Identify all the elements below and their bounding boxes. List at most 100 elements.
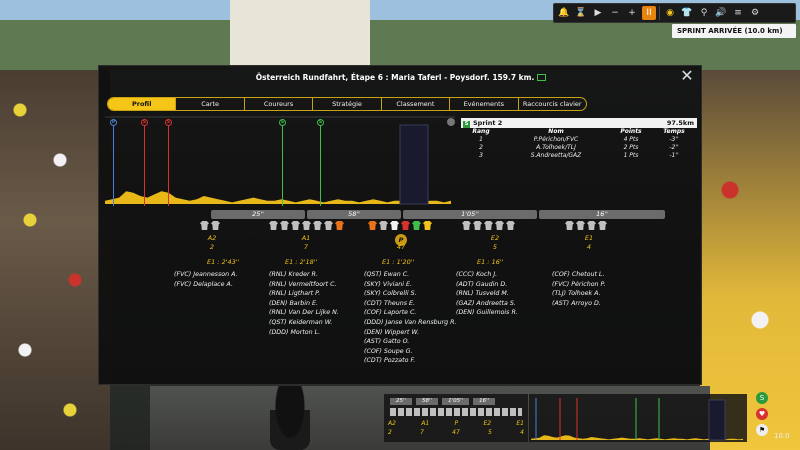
- rider-jersey-icon[interactable]: [401, 221, 410, 230]
- start-marker[interactable]: P: [110, 119, 117, 126]
- rider-name[interactable]: (ADT) Gaudin D.: [456, 280, 518, 290]
- group-jerseys-e1[interactable]: [565, 221, 607, 230]
- rider-jersey-icon[interactable]: [302, 221, 311, 230]
- rider-jersey-icon[interactable]: [587, 221, 596, 230]
- rider-name[interactable]: (FVC) Jeannesson A.: [174, 270, 238, 280]
- tab-raccourcis[interactable]: Raccourcis clavier: [519, 98, 586, 110]
- rider-jersey-icon[interactable]: [313, 221, 322, 230]
- plus-icon[interactable]: +: [625, 6, 639, 20]
- rider-name[interactable]: (CCC) Koch J.: [456, 270, 518, 280]
- toggle-button[interactable]: [447, 118, 455, 126]
- group-jerseys-a1[interactable]: [269, 221, 344, 230]
- sprint-marker-1[interactable]: S: [141, 119, 148, 126]
- rider-jersey-icon[interactable]: [423, 221, 432, 230]
- rider-name[interactable]: (GAZ) Andreetta S.: [456, 299, 518, 309]
- tab-evenements[interactable]: Evénements: [450, 98, 519, 110]
- rider-jersey-icon[interactable]: [211, 221, 220, 230]
- rider-name[interactable]: (AST) Gatto O.: [364, 337, 457, 347]
- rider-name[interactable]: (CDT) Pozzato F.: [364, 356, 457, 366]
- rider-name[interactable]: (SKY) Viviani E.: [364, 280, 457, 290]
- tab-profil[interactable]: Profil: [108, 98, 177, 110]
- tab-strategie[interactable]: Stratégie: [313, 98, 382, 110]
- group-count-a2: 2: [209, 243, 215, 251]
- group-label-e1: E1: [584, 234, 594, 242]
- rider-jersey-icon[interactable]: [462, 221, 471, 230]
- hourglass-icon[interactable]: ⌛: [574, 6, 588, 20]
- rider-name[interactable]: (RNL) Van Der Lijke N.: [269, 308, 339, 318]
- rider-name[interactable]: (RNL) Kreder R.: [269, 270, 339, 280]
- group-jerseys-a2[interactable]: [200, 221, 220, 230]
- tab-classement[interactable]: Classement: [382, 98, 451, 110]
- rider-jersey-icon[interactable]: [335, 221, 344, 230]
- eye-icon[interactable]: ◉: [663, 6, 677, 20]
- rider-name[interactable]: (DDD) Morton L.: [269, 328, 339, 338]
- play-icon[interactable]: ▶: [591, 6, 605, 20]
- group-jerseys-peloton[interactable]: [368, 221, 432, 230]
- rider-name[interactable]: (COF) Laporte C.: [364, 308, 457, 318]
- rider-groups: A2 2 A1 7 P 47 E2 5 E1 4: [99, 221, 703, 261]
- mini-label: A2: [388, 420, 396, 427]
- bell-icon[interactable]: 🔔: [557, 6, 571, 20]
- pause-icon[interactable]: II: [642, 6, 656, 20]
- menu-icon[interactable]: ≡: [731, 6, 745, 20]
- rider-name[interactable]: (FVC) Delaplace A.: [174, 280, 238, 290]
- rider-jersey-icon[interactable]: [200, 221, 209, 230]
- rider-jersey-icon[interactable]: [280, 221, 289, 230]
- tab-coureurs[interactable]: Coureurs: [245, 98, 314, 110]
- sprint-marker-2[interactable]: S: [165, 119, 172, 126]
- sprint-marker-3[interactable]: S: [279, 119, 286, 126]
- sprint-line-2: [168, 126, 169, 206]
- rider-name[interactable]: (COF) Soupe G.: [364, 347, 457, 357]
- minus-icon[interactable]: −: [608, 6, 622, 20]
- rider-name[interactable]: (QST) Ewan C.: [364, 270, 457, 280]
- rider-name[interactable]: (AST) Arroyo D.: [552, 299, 605, 309]
- rider-jersey-icon[interactable]: [484, 221, 493, 230]
- rider-jersey-icon[interactable]: [291, 221, 300, 230]
- mini-elevation-chart: [531, 398, 743, 441]
- rider-name[interactable]: (DEN) Barbin E.: [269, 299, 339, 309]
- rider-name[interactable]: (RNL) Ligthart P.: [269, 289, 339, 299]
- rider-jersey-icon[interactable]: [506, 221, 515, 230]
- rider-jersey-icon[interactable]: [473, 221, 482, 230]
- rider-name[interactable]: (QST) Keiderman W.: [269, 318, 339, 328]
- table-row: 2 A.Tolhoek/TLJ 2 Pts -2'': [461, 144, 697, 152]
- rider-jersey-icon[interactable]: [379, 221, 388, 230]
- rider-jersey-icon[interactable]: [576, 221, 585, 230]
- group-jerseys-e2[interactable]: [462, 221, 515, 230]
- rider-name[interactable]: (TLJ) Tolhoek A.: [552, 289, 605, 299]
- rider-jersey-icon[interactable]: [565, 221, 574, 230]
- sprint-line-1: [144, 126, 145, 206]
- close-button[interactable]: ✕: [679, 68, 695, 84]
- tab-carte[interactable]: Carte: [176, 98, 245, 110]
- rider-jersey-icon[interactable]: [390, 221, 399, 230]
- rider-name[interactable]: (RNL) Tusveld M.: [456, 289, 518, 299]
- rider-name[interactable]: (SKY) Colbrelli S.: [364, 289, 457, 299]
- mini-stage-profile[interactable]: [529, 394, 747, 442]
- rider-jersey-icon[interactable]: [598, 221, 607, 230]
- jersey-icon[interactable]: 👕: [680, 6, 694, 20]
- rider-jersey-icon[interactable]: [368, 221, 377, 230]
- rider-jersey-icon[interactable]: [324, 221, 333, 230]
- bike-icon[interactable]: ⚲: [697, 6, 711, 20]
- gear-icon[interactable]: ⚙: [748, 6, 762, 20]
- rider-name[interactable]: (RNL) Vermeltfoort C.: [269, 280, 339, 290]
- mini-gap: 25'': [390, 398, 413, 405]
- elevation-area: [105, 191, 451, 204]
- rider-jersey-icon[interactable]: [269, 221, 278, 230]
- heart-rate-icon[interactable]: ♥: [756, 408, 768, 420]
- rider-name[interactable]: (DDD) Janse Van Rensburg R.: [364, 318, 457, 328]
- rider-name[interactable]: (COF) Chetout L.: [552, 270, 605, 280]
- sprint-icon[interactable]: S: [756, 392, 768, 404]
- sprint-marker-4[interactable]: S: [317, 119, 324, 126]
- rider-name[interactable]: (FVC) Périchon P.: [552, 280, 605, 290]
- mini-group-overview[interactable]: 25'' 58'' 1'05'' 16'' A2 A1 P E2 E1 2 7 …: [384, 394, 528, 442]
- stage-profile[interactable]: P S S S S: [105, 116, 455, 208]
- rider-jersey-icon[interactable]: [412, 221, 421, 230]
- rider-name[interactable]: (CDT) Theuns E.: [364, 299, 457, 309]
- sound-icon[interactable]: 🔊: [714, 6, 728, 20]
- finish-flag-icon[interactable]: ⚑: [756, 424, 768, 436]
- rider-jersey-icon[interactable]: [495, 221, 504, 230]
- rider-name[interactable]: (DEN) Wippert W.: [364, 328, 457, 338]
- rider-name[interactable]: (DEN) Guillemois R.: [456, 308, 518, 318]
- group-count-a1: 7: [303, 243, 309, 251]
